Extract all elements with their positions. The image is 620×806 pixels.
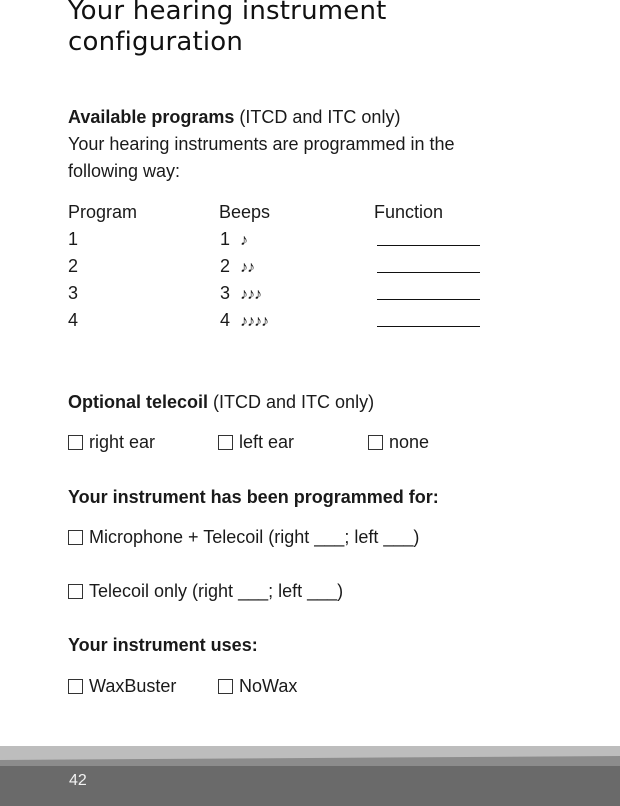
footer-band-dark — [0, 766, 620, 806]
checkbox-icon[interactable] — [218, 679, 233, 694]
checkbox-icon[interactable] — [368, 435, 383, 450]
checkbox-right-ear[interactable]: right ear — [68, 429, 155, 456]
checkbox-icon[interactable] — [218, 435, 233, 450]
checkbox-label: Microphone + Telecoil (right ___; left _… — [89, 527, 420, 547]
programs-intro-1: Your hearing instruments are programmed … — [68, 134, 455, 154]
programs-intro-2: following way: — [68, 161, 181, 181]
programs-heading-note: (ITCD and ITC only) — [234, 107, 401, 127]
beep-note-icon: ♪♪♪ — [240, 286, 262, 303]
telecoil-heading-note: (ITCD and ITC only) — [208, 392, 375, 412]
checkbox-icon[interactable] — [68, 584, 83, 599]
checkbox-label: left ear — [239, 432, 295, 452]
page-number: 42 — [69, 772, 87, 789]
beeps-count: 1 — [220, 229, 231, 249]
programs-heading: Available programs (ITCD and ITC only) — [68, 104, 400, 131]
beep-note-icon: ♪♪♪♪ — [240, 313, 269, 330]
programs-heading-text: Available programs — [68, 107, 235, 127]
checkbox-label: none — [389, 432, 430, 452]
checkbox-icon[interactable] — [68, 530, 83, 545]
col-header-program: Program — [68, 202, 138, 222]
program-number: 1 — [68, 229, 79, 249]
program-number: 4 — [68, 310, 79, 330]
function-blank-line — [377, 326, 480, 327]
checkbox-label: Telecoil only (right ___; left ___) — [89, 581, 344, 601]
col-header-function: Function — [374, 202, 444, 222]
beeps-count: 2 — [220, 256, 231, 276]
page-title: Your hearing instrument configuration — [68, 0, 387, 58]
checkbox-none[interactable]: none — [368, 429, 429, 456]
beeps-cell: 4 ♪♪♪♪ — [220, 307, 269, 335]
checkbox-waxbuster[interactable]: WaxBuster — [68, 673, 176, 700]
beeps-cell: 3 ♪♪♪ — [220, 280, 262, 308]
checkbox-label: WaxBuster — [89, 676, 177, 696]
checkbox-mic-telecoil[interactable]: Microphone + Telecoil (right ___; left _… — [68, 524, 419, 551]
program-number: 2 — [68, 256, 79, 276]
checkbox-icon[interactable] — [68, 435, 83, 450]
checkbox-nowax[interactable]: NoWax — [218, 673, 297, 700]
function-blank-line — [377, 245, 480, 246]
function-blank-line — [377, 299, 480, 300]
beeps-count: 3 — [220, 283, 231, 303]
uses-heading: Your instrument uses: — [68, 635, 258, 655]
col-header-beeps: Beeps — [219, 202, 271, 222]
beep-note-icon: ♪♪ — [240, 259, 255, 276]
function-blank-line — [377, 272, 480, 273]
checkbox-label: NoWax — [239, 676, 298, 696]
checkbox-left-ear[interactable]: left ear — [218, 429, 294, 456]
beeps-cell: 1 ♪ — [220, 226, 248, 254]
checkbox-icon[interactable] — [68, 679, 83, 694]
beeps-count: 4 — [220, 310, 231, 330]
checkbox-telecoil-only[interactable]: Telecoil only (right ___; left ___) — [68, 578, 343, 605]
beeps-cell: 2 ♪♪ — [220, 253, 255, 281]
programmed-for-heading: Your instrument has been programmed for: — [68, 487, 439, 507]
checkbox-label: right ear — [89, 432, 156, 452]
program-number: 3 — [68, 283, 79, 303]
title-line-2: configuration — [68, 27, 244, 57]
telecoil-heading-text: Optional telecoil — [68, 392, 209, 412]
title-line-1: Your hearing instrument — [68, 0, 387, 26]
beep-note-icon: ♪ — [240, 232, 248, 249]
telecoil-heading: Optional telecoil (ITCD and ITC only) — [68, 389, 374, 416]
